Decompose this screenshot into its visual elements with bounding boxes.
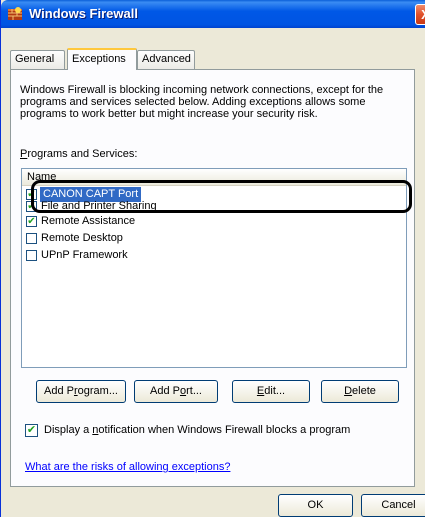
- programs-services-label: Programs and Services:: [20, 148, 138, 160]
- checkbox-file-printer-sharing[interactable]: ✔: [26, 201, 37, 212]
- description-text: Windows Firewall is blocking incoming ne…: [20, 84, 384, 120]
- firewall-window: Windows Firewall X General Exceptions Ad…: [0, 0, 425, 517]
- add-port-button[interactable]: Add Port...: [134, 380, 218, 403]
- window-title: Windows Firewall: [29, 6, 138, 21]
- tab-general[interactable]: General: [10, 50, 65, 69]
- close-button[interactable]: X: [415, 4, 425, 25]
- exceptions-panel: Windows Firewall is blocking incoming ne…: [10, 69, 415, 487]
- firewall-icon: [8, 7, 22, 20]
- list-header-name[interactable]: Name: [22, 169, 406, 186]
- checkbox-upnp-framework[interactable]: [26, 250, 37, 261]
- risks-link[interactable]: What are the risks of allowing exception…: [25, 461, 230, 473]
- delete-button[interactable]: Delete: [321, 380, 399, 403]
- ok-button[interactable]: OK: [278, 494, 353, 517]
- edit-button[interactable]: Edit...: [232, 380, 310, 403]
- checkbox-remote-assistance[interactable]: ✔: [26, 216, 37, 227]
- close-icon: X: [421, 7, 425, 22]
- cancel-button[interactable]: Cancel: [361, 494, 425, 517]
- title-bar[interactable]: Windows Firewall X: [1, 0, 425, 28]
- tab-advanced[interactable]: Advanced: [137, 50, 195, 69]
- list-item-upnp-framework[interactable]: UPnP Framework: [26, 248, 402, 263]
- list-item-remote-assistance[interactable]: ✔ Remote Assistance: [26, 214, 402, 229]
- add-program-button[interactable]: Add Program...: [36, 380, 126, 403]
- checkbox-remote-desktop[interactable]: [26, 233, 37, 244]
- tab-exceptions[interactable]: Exceptions: [67, 48, 137, 70]
- list-item-file-printer-sharing[interactable]: ✔ File and Printer Sharing: [26, 199, 402, 214]
- notification-label: Display a notification when Windows Fire…: [44, 424, 351, 436]
- list-item-remote-desktop[interactable]: Remote Desktop: [26, 231, 402, 246]
- notification-checkbox[interactable]: ✔: [25, 424, 38, 437]
- programs-list[interactable]: Name ✔ CANON CAPT Port ✔ File and Printe…: [21, 168, 407, 368]
